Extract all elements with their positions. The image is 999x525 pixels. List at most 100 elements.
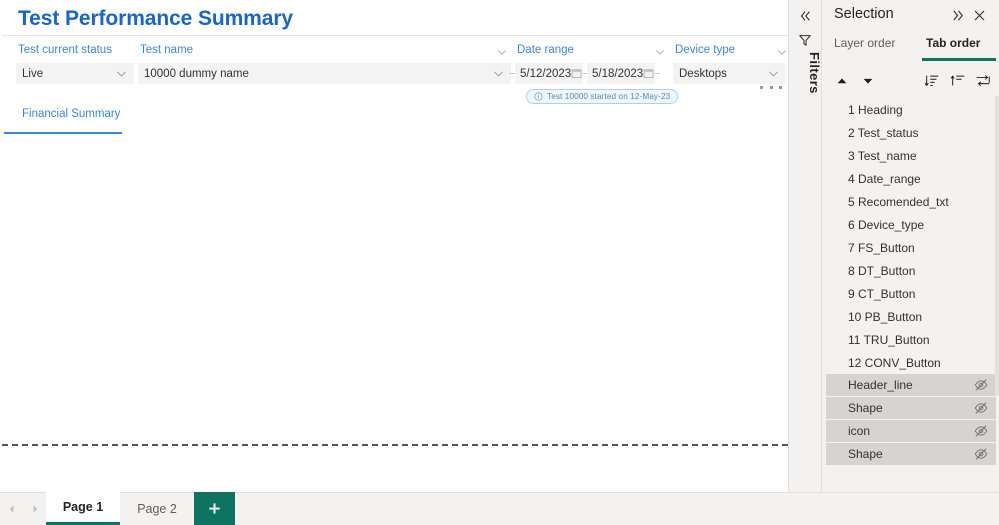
selection-list-item[interactable]: icon (826, 420, 996, 442)
selection-list-item-label: 8 DT_Button (848, 263, 916, 278)
page-tab-bar: Page 1 Page 2 (0, 492, 999, 525)
selection-list-item[interactable]: 6 Device_type (822, 213, 999, 236)
funnel-icon[interactable] (798, 33, 812, 47)
selection-list-item-label: 4 Date_range (848, 171, 921, 186)
selection-pane-scrollbar[interactable] (995, 96, 999, 488)
selection-list-item[interactable]: 12 CONV_Button (822, 351, 999, 374)
selection-list-item[interactable]: Header_line (826, 374, 996, 396)
date-range-from-value: 5/12/2023 (520, 67, 572, 80)
triangle-up-icon[interactable] (833, 72, 851, 90)
chevron-left-icon[interactable] (5, 502, 19, 516)
selection-list-item[interactable]: 8 DT_Button (822, 259, 999, 282)
page-title: Test Performance Summary (18, 7, 293, 30)
dot (769, 85, 773, 89)
power-bi-report-window: Test Performance Summary Test current st… (0, 0, 999, 525)
align-top-icon[interactable] (949, 72, 967, 90)
dot (779, 85, 782, 89)
info-icon (534, 92, 543, 101)
filter-device-type-label: Device type (675, 44, 736, 56)
page-tab-page-2[interactable]: Page 2 (120, 492, 194, 525)
filter-test-name-caret-icon[interactable] (496, 46, 508, 58)
date-range-to-value: 5/18/2023 (592, 67, 644, 80)
section-tab-financial-summary[interactable]: Financial Summary (14, 108, 128, 125)
selection-list-item[interactable]: Shape (826, 397, 996, 419)
tab-layer-order[interactable]: Layer order (834, 36, 895, 50)
sort-list-icon[interactable] (923, 72, 941, 90)
filter-device-type-value: Desktops (679, 67, 727, 80)
selection-list-item-label: Shape (848, 447, 883, 461)
selection-list-item-label: icon (848, 424, 871, 438)
tab-tab-order[interactable]: Tab order (926, 36, 980, 50)
chevron-double-right-icon[interactable] (950, 8, 966, 24)
selection-list-item[interactable]: 7 FS_Button (822, 236, 999, 259)
filter-test-name-dropdown[interactable]: 10000 dummy name (138, 63, 511, 84)
eye-hidden-icon[interactable] (974, 401, 988, 415)
filter-strip: Test current status Live Test name 10000… (2, 37, 788, 93)
chevron-right-icon[interactable] (28, 502, 42, 516)
section-tab-active-underline (4, 132, 122, 134)
selection-list-item-label: 7 FS_Button (848, 240, 915, 255)
filter-date-range-caret-icon[interactable] (654, 46, 666, 58)
calendar-icon[interactable] (571, 68, 582, 79)
report-surface: Test Performance Summary Test current st… (0, 0, 788, 492)
chevron-down-icon (767, 67, 780, 80)
selection-list-item-label: 11 TRU_Button (848, 332, 930, 347)
selection-list-item[interactable]: 11 TRU_Button (822, 328, 999, 351)
filters-rail[interactable]: Filters (788, 0, 822, 492)
report-header-band: Test Performance Summary (2, 0, 788, 36)
selection-list-item[interactable]: 1 Heading (822, 98, 999, 121)
selection-tab-active-underline (922, 58, 996, 61)
canvas-below-guide-area (2, 446, 788, 492)
selection-list-item-label: 1 Heading (848, 102, 903, 117)
selection-list-item[interactable]: 5 Recomended_txt (822, 190, 999, 213)
filter-device-type-caret-icon[interactable] (776, 46, 788, 58)
selection-list-item-label: Shape (848, 401, 883, 415)
selection-list-item[interactable]: 3 Test_name (822, 144, 999, 167)
chevron-down-icon (492, 67, 505, 80)
dot (760, 85, 763, 89)
selection-list-item[interactable]: 4 Date_range (822, 167, 999, 190)
add-page-button[interactable] (194, 492, 235, 525)
selection-pane-header: Selection (822, 0, 999, 32)
selection-item-list[interactable]: 1 Heading 2 Test_status 3 Test_name 4 Date_… (822, 98, 999, 484)
visual-overflow-menu-button[interactable] (760, 82, 782, 92)
selection-list-item[interactable]: 10 PB_Button (822, 305, 999, 328)
triangle-down-icon[interactable] (859, 72, 877, 90)
filter-test-status-dropdown[interactable]: Live (16, 63, 134, 84)
eye-hidden-icon[interactable] (974, 447, 988, 461)
chevron-double-left-icon[interactable] (797, 8, 813, 24)
calendar-icon[interactable] (643, 68, 654, 79)
selection-list-item[interactable]: Shape (826, 443, 996, 465)
selection-list-item-label: 2 Test_status (848, 125, 919, 140)
eye-hidden-icon[interactable] (974, 424, 988, 438)
selection-pane-tabs: Layer order Tab order (822, 36, 999, 62)
selection-list-item[interactable]: 9 CT_Button (822, 282, 999, 305)
plus-icon (209, 503, 220, 514)
selection-pane-title: Selection (834, 6, 894, 22)
selection-list-item-label: 3 Test_name (848, 148, 917, 163)
selection-list-item-label: 6 Device_type (848, 217, 925, 232)
filter-test-name-value: 10000 dummy name (144, 67, 249, 80)
filter-device-type-dropdown[interactable]: Desktops (673, 63, 786, 84)
close-icon[interactable] (972, 8, 988, 24)
date-range-to-input[interactable]: 5/18/2023 (587, 63, 655, 84)
scrollbar-thumb[interactable] (995, 96, 999, 396)
report-canvas[interactable]: Test Performance Summary Test current st… (0, 0, 788, 492)
date-range-from-input[interactable]: 5/12/2023 (515, 63, 583, 84)
selection-list-item-label: 5 Recomended_txt (848, 194, 949, 209)
tab-order-icon[interactable] (974, 72, 992, 90)
filter-test-name-label: Test name (140, 44, 194, 56)
selection-list-item-label: Header_line (848, 378, 913, 392)
selection-list-item-label: 10 PB_Button (848, 309, 923, 324)
filter-test-status-value: Live (22, 67, 44, 80)
recommendation-info-text: Test 10000 started on 12-May-23 (547, 92, 671, 101)
filter-test-status-label: Test current status (18, 44, 112, 56)
filters-rail-label: Filters (807, 52, 822, 94)
selection-list-item[interactable]: 2 Test_status (822, 121, 999, 144)
chevron-down-icon (115, 67, 128, 80)
page-nav-arrows (0, 492, 46, 525)
page-tab-page-1[interactable]: Page 1 (46, 492, 120, 525)
selection-list-item-label: 9 CT_Button (848, 286, 916, 301)
eye-hidden-icon[interactable] (974, 378, 988, 392)
section-tab-bar: Financial Summary (2, 108, 788, 134)
